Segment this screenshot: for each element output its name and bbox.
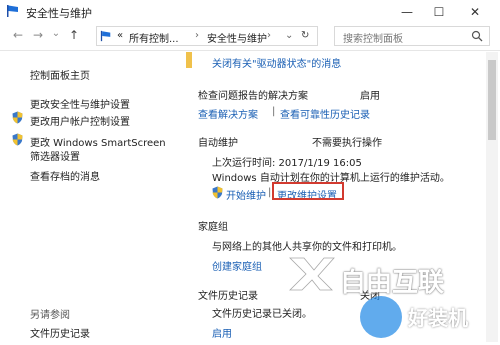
link-separator: |	[272, 106, 276, 117]
homegroup-description: 与网络上的其他人共享你的文件和打印机。	[212, 242, 402, 253]
breadcrumb-separator: ›	[195, 30, 199, 41]
homegroup-title: 家庭组	[198, 222, 228, 233]
divider	[0, 50, 500, 51]
search-icon[interactable]	[471, 30, 483, 42]
sidebar-item-file-history[interactable]: 文件历史记录	[30, 325, 90, 340]
address-prefix[interactable]: «	[117, 30, 123, 41]
close-button[interactable]: ✕	[460, 0, 490, 24]
minimize-button[interactable]: —	[392, 0, 422, 24]
search-box[interactable]: 搜索控制面板	[334, 26, 490, 46]
view-solutions-link[interactable]: 查看解决方案	[198, 106, 258, 121]
close-drive-status-link[interactable]: 关闭有关"驱动器状态"的消息	[212, 55, 341, 70]
reliability-history-link[interactable]: 查看可靠性历史记录	[280, 106, 370, 121]
watermark-circle-icon	[360, 296, 402, 338]
create-homegroup-link[interactable]: 创建家庭组	[212, 258, 262, 273]
sidebar-item-security-settings[interactable]: 更改安全性与维护设置	[30, 96, 130, 111]
address-bar[interactable]: « 所有控制... › 安全性与维护 › ⌄ ↻	[96, 26, 318, 46]
uac-shield-icon	[212, 186, 223, 199]
breadcrumb-separator: ›	[267, 30, 271, 41]
uac-shield-icon	[12, 133, 23, 146]
flag-icon	[100, 30, 111, 42]
scrollbar-thumb[interactable]	[488, 60, 496, 140]
window-title: 安全性与维护	[26, 7, 92, 20]
sidebar-item-uac-settings[interactable]: 更改用户帐户控制设置	[30, 113, 130, 128]
start-maintenance-link[interactable]: 开始维护	[226, 187, 266, 202]
problem-reports-status: 启用	[360, 91, 380, 102]
search-input[interactable]: 搜索控制面板	[343, 30, 403, 45]
sidebar-item-smartscreen-line2[interactable]: 筛选器设置	[30, 148, 80, 163]
watermark-text: 好装机	[408, 306, 468, 330]
recent-locations-button[interactable]: ⌄	[48, 28, 64, 39]
maintenance-title: 自动维护	[198, 138, 238, 149]
maximize-button[interactable]: ☐	[424, 0, 454, 24]
highlight-box	[272, 182, 344, 200]
refresh-button[interactable]: ↻	[301, 30, 309, 41]
watermark-text: 自由互联	[340, 268, 445, 298]
uac-shield-icon	[12, 111, 23, 124]
sidebar-item-home[interactable]: 控制面板主页	[30, 67, 90, 82]
maintenance-status: 不需要执行操作	[312, 138, 382, 149]
sidebar-item-archived-messages[interactable]: 查看存档的消息	[30, 168, 100, 183]
address-dropdown-button[interactable]: ⌄	[285, 30, 293, 41]
enable-file-history-link[interactable]: 启用	[212, 325, 232, 340]
see-also-heading: 另请参阅	[30, 310, 70, 321]
watermark-logo-icon	[289, 257, 335, 291]
back-button[interactable]: ←	[10, 28, 26, 42]
breadcrumb-item[interactable]: 所有控制...	[129, 30, 179, 45]
up-button[interactable]: ↑	[66, 28, 82, 42]
file-history-title: 文件历史记录	[198, 291, 258, 302]
problem-reports-label: 检查问题报告的解决方案	[198, 91, 308, 102]
breadcrumb-item[interactable]: 安全性与维护	[207, 30, 267, 45]
maintenance-last-run: 上次运行时间: 2017/1/19 16:05	[212, 158, 362, 169]
flag-icon	[7, 5, 18, 17]
forward-button[interactable]: →	[30, 28, 46, 42]
sidebar-item-smartscreen[interactable]: 更改 Windows SmartScreen	[30, 134, 166, 149]
link-separator: |	[268, 187, 272, 198]
banner-accent	[186, 52, 192, 68]
file-history-description: 文件历史记录已关闭。	[212, 309, 312, 320]
